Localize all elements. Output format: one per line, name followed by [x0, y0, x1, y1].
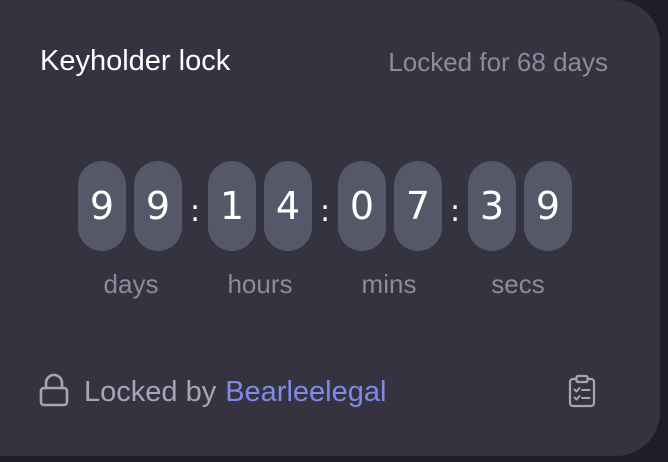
keyholder-lock-card: Keyholder lock Locked for 68 days 9 9 : …	[0, 0, 660, 456]
timer-separator: :	[449, 193, 461, 229]
days-digit-1: 9	[78, 161, 126, 251]
timer-separator: :	[319, 193, 331, 229]
unit-label-hours: hours	[227, 269, 293, 299]
lock-owner-row: Locked by Bearleelegal	[38, 372, 386, 412]
days-group: 9 9	[78, 161, 182, 251]
keyholder-name-link[interactable]: Bearleelegal	[225, 376, 386, 409]
mins-digit-1: 0	[338, 161, 386, 251]
timer-unit-labels: days hours mins secs	[0, 268, 660, 302]
secs-group: 3 9	[468, 161, 572, 251]
hours-digit-2: 4	[264, 161, 312, 251]
clipboard-checklist-icon[interactable]	[568, 374, 596, 408]
timer-separator: :	[189, 193, 201, 229]
locked-by-label: Locked by	[84, 375, 217, 408]
hours-group: 1 4	[208, 161, 312, 251]
locked-duration-text: Locked for 68 days	[388, 47, 608, 77]
days-digit-2: 9	[134, 161, 182, 251]
mins-group: 0 7	[338, 161, 442, 251]
unit-label-mins: mins	[361, 269, 417, 299]
card-title: Keyholder lock	[40, 45, 231, 77]
secs-digit-2: 9	[524, 161, 572, 251]
countdown-timer: 9 9 : 1 4 : 0 7 : 3 9	[78, 161, 572, 251]
lock-icon	[38, 373, 70, 407]
unit-label-days: days	[103, 269, 159, 299]
unit-label-secs: secs	[491, 269, 545, 299]
secs-digit-1: 3	[468, 161, 516, 251]
mins-digit-2: 7	[394, 161, 442, 251]
hours-digit-1: 1	[208, 161, 256, 251]
